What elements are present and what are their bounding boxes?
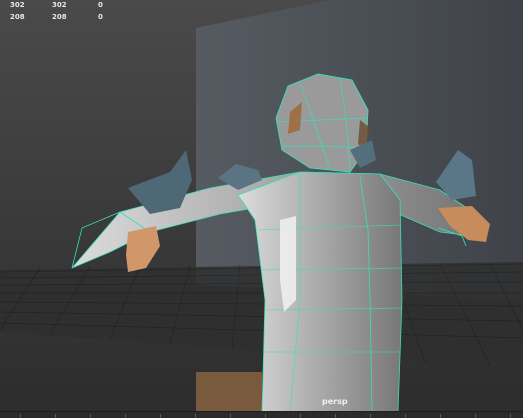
time-ruler[interactable] bbox=[0, 411, 523, 418]
ruler-tick bbox=[300, 414, 301, 418]
viewport-persp[interactable]: 302 302 0 208 208 0 persp bbox=[0, 0, 523, 418]
scene-canvas[interactable] bbox=[0, 0, 523, 418]
ruler-tick bbox=[510, 414, 511, 418]
ruler-tick bbox=[195, 414, 196, 418]
hud-value: 208 bbox=[10, 13, 25, 21]
ruler-tick bbox=[475, 414, 476, 418]
ruler-tick bbox=[370, 414, 371, 418]
ruler-tick bbox=[230, 414, 231, 418]
hud-value: 0 bbox=[98, 1, 103, 9]
ruler-tick bbox=[160, 414, 161, 418]
ruler-tick bbox=[405, 414, 406, 418]
ruler-tick bbox=[335, 414, 336, 418]
floor-wood bbox=[196, 372, 262, 412]
ruler-tick bbox=[20, 414, 21, 418]
ruler-tick bbox=[265, 414, 266, 418]
hud-value: 302 bbox=[52, 1, 67, 9]
hud-value: 208 bbox=[52, 13, 67, 21]
hud-value: 0 bbox=[98, 13, 103, 21]
ruler-tick bbox=[125, 414, 126, 418]
hud-value: 302 bbox=[10, 1, 25, 9]
camera-label: persp bbox=[322, 397, 348, 406]
ruler-tick bbox=[440, 414, 441, 418]
ruler-tick bbox=[90, 414, 91, 418]
heads-up-display: 302 302 0 208 208 0 bbox=[0, 0, 120, 26]
ruler-tick bbox=[55, 414, 56, 418]
